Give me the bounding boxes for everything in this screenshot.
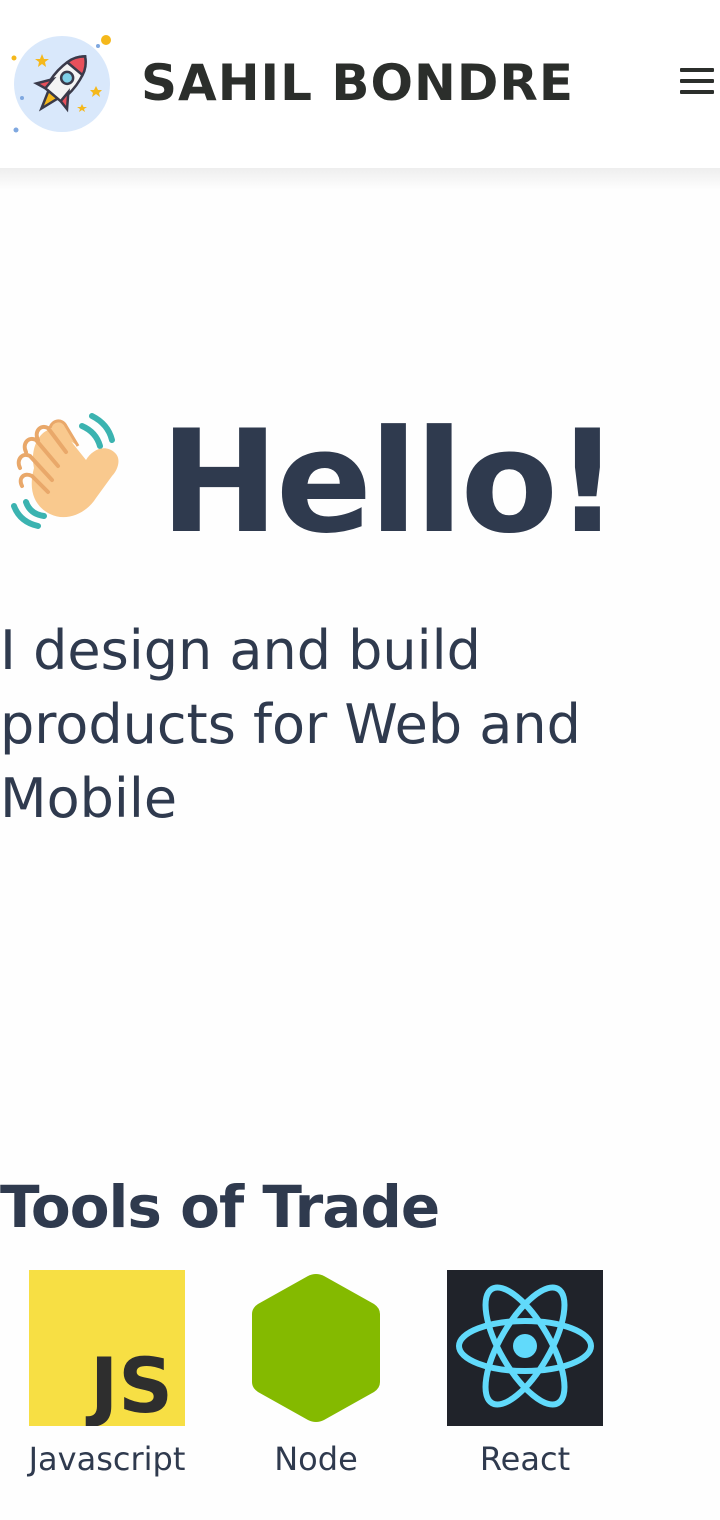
- react-icon: [447, 1270, 603, 1426]
- nodejs-icon: [238, 1270, 394, 1426]
- tool-label-node: Node: [274, 1440, 358, 1478]
- tool-item-javascript: JS Javascript: [12, 1270, 202, 1480]
- menu-line: [680, 68, 714, 72]
- tools-section-title: Tools of Trade: [0, 1173, 440, 1241]
- tool-item-react: React: [430, 1270, 620, 1480]
- site-header: SAHIL BONDRE: [0, 0, 720, 168]
- header-divider: [0, 168, 720, 190]
- waving-hand-icon: [4, 410, 142, 540]
- site-brand-name[interactable]: SAHIL BONDRE: [141, 50, 574, 116]
- javascript-icon-text: JS: [85, 1341, 173, 1426]
- hero-greeting: Hello!: [160, 400, 620, 565]
- rocket-icon[interactable]: [8, 30, 116, 138]
- hero-tagline: I design and build products for Web and …: [0, 619, 581, 830]
- tool-label-javascript: Javascript: [28, 1440, 186, 1478]
- menu-line: [680, 79, 714, 83]
- javascript-icon: JS: [29, 1270, 185, 1430]
- menu-line: [680, 90, 714, 94]
- hamburger-menu-icon[interactable]: [678, 64, 716, 98]
- tool-label-react: React: [479, 1440, 571, 1478]
- tool-item-node: Node: [221, 1270, 411, 1480]
